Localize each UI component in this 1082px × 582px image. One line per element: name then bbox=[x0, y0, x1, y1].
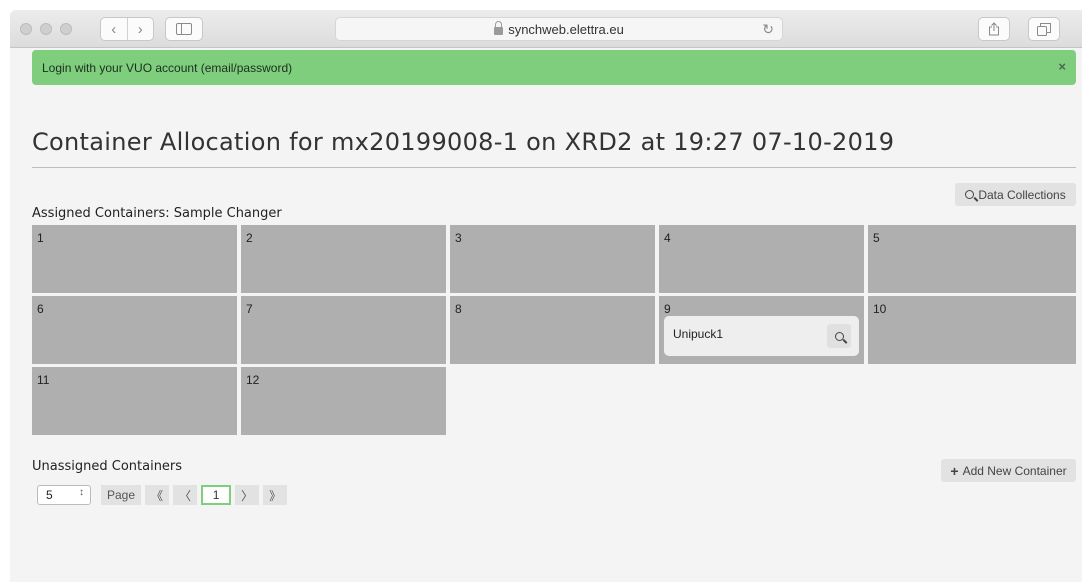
position-number: 2 bbox=[246, 231, 253, 245]
position-cell[interactable]: 5 bbox=[868, 225, 1076, 293]
browser-toolbar: ‹ › synchweb.elettra.eu ↻ bbox=[10, 10, 1082, 48]
position-number: 1 bbox=[37, 231, 44, 245]
position-number: 10 bbox=[873, 302, 887, 316]
position-number: 7 bbox=[246, 302, 253, 316]
page-content: Login with your VUO account (email/passw… bbox=[10, 48, 1082, 582]
chevron-updown-icon: ↕ bbox=[79, 487, 84, 498]
position-number: 11 bbox=[37, 373, 50, 387]
alert-message: Login with your VUO account (email/passw… bbox=[42, 60, 293, 75]
container-card[interactable]: Unipuck1 bbox=[664, 316, 859, 356]
close-icon[interactable]: × bbox=[1058, 59, 1066, 74]
position-cell[interactable]: 10 bbox=[868, 296, 1076, 364]
close-window-button[interactable] bbox=[20, 23, 32, 35]
position-number: 5 bbox=[873, 231, 880, 245]
position-cell[interactable]: 8 bbox=[450, 296, 655, 364]
history-nav: ‹ › bbox=[100, 17, 154, 41]
page-title: Container Allocation for mx20199008-1 on… bbox=[32, 128, 895, 156]
prev-page-button[interactable]: 〈 bbox=[173, 485, 198, 505]
position-number: 6 bbox=[37, 302, 44, 316]
share-button[interactable] bbox=[978, 17, 1010, 41]
plus-icon: + bbox=[950, 462, 959, 479]
per-page-select[interactable]: 5 ↕ bbox=[37, 485, 91, 505]
last-page-button[interactable]: 》 bbox=[263, 485, 288, 505]
tabs-icon bbox=[1037, 22, 1051, 36]
unassigned-containers-heading: Unassigned Containers bbox=[32, 459, 183, 474]
position-number: 9 bbox=[664, 302, 671, 316]
pagination: 5 ↕ Page 《 〈 1 〉 》 bbox=[37, 484, 288, 506]
position-number: 8 bbox=[455, 302, 462, 316]
position-cell[interactable]: 9 Unipuck1 bbox=[659, 296, 864, 364]
maximize-window-button[interactable] bbox=[60, 23, 72, 35]
lock-icon bbox=[494, 21, 504, 35]
position-number: 3 bbox=[455, 231, 462, 245]
data-collections-button[interactable]: Data Collections bbox=[955, 183, 1076, 206]
position-cell[interactable]: 4 bbox=[659, 225, 864, 293]
position-cell[interactable]: 2 bbox=[241, 225, 446, 293]
position-cell[interactable]: 1 bbox=[32, 225, 237, 293]
minimize-window-button[interactable] bbox=[40, 23, 52, 35]
position-cell[interactable]: 12 bbox=[241, 367, 446, 435]
url-text: synchweb.elettra.eu bbox=[508, 21, 624, 37]
reload-icon[interactable]: ↻ bbox=[762, 21, 774, 38]
tabs-button[interactable] bbox=[1028, 17, 1060, 41]
login-alert: Login with your VUO account (email/passw… bbox=[32, 50, 1076, 85]
first-page-button[interactable]: 《 bbox=[145, 485, 170, 505]
data-collections-label: Data Collections bbox=[978, 187, 1066, 202]
add-container-label: Add New Container bbox=[962, 463, 1067, 478]
share-icon bbox=[989, 22, 999, 36]
sidebar-icon bbox=[176, 23, 192, 35]
position-number: 12 bbox=[246, 373, 260, 387]
view-container-button[interactable] bbox=[827, 324, 851, 348]
next-page-button[interactable]: 〉 bbox=[235, 485, 260, 505]
container-name: Unipuck1 bbox=[673, 327, 724, 341]
position-cell[interactable]: 11 bbox=[32, 367, 237, 435]
per-page-value: 5 bbox=[46, 488, 53, 502]
current-page-button[interactable]: 1 bbox=[201, 485, 232, 505]
search-icon bbox=[965, 190, 975, 199]
search-icon bbox=[834, 331, 844, 341]
sidebar-toggle-button[interactable] bbox=[165, 17, 203, 41]
position-cell[interactable]: 3 bbox=[450, 225, 655, 293]
forward-button[interactable]: › bbox=[126, 18, 154, 40]
assigned-containers-heading: Assigned Containers: Sample Changer bbox=[32, 206, 282, 221]
address-bar[interactable]: synchweb.elettra.eu ↻ bbox=[335, 17, 783, 41]
position-number: 4 bbox=[664, 231, 671, 245]
position-cell[interactable]: 7 bbox=[241, 296, 446, 364]
page-label: Page bbox=[101, 485, 142, 505]
back-button[interactable]: ‹ bbox=[101, 18, 127, 40]
title-divider bbox=[32, 167, 1076, 168]
add-new-container-button[interactable]: + Add New Container bbox=[941, 459, 1076, 482]
position-cell[interactable]: 6 bbox=[32, 296, 237, 364]
